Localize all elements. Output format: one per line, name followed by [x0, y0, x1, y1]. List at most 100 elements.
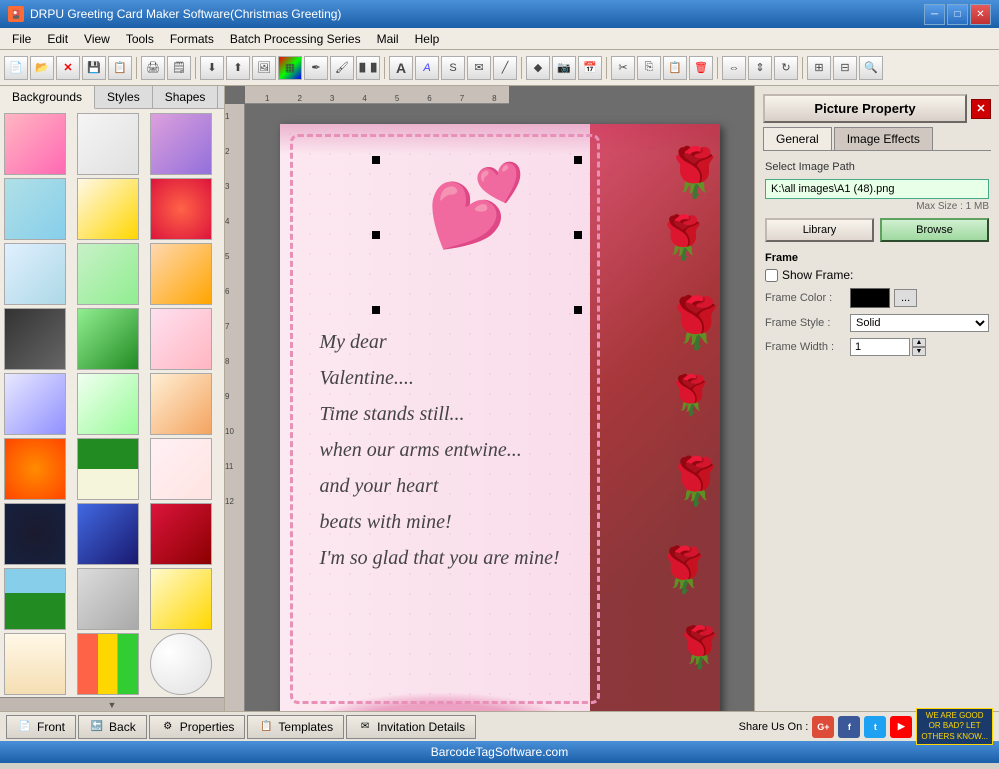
calendar-button[interactable]: 📅 [578, 56, 602, 80]
thumbnail-11[interactable] [77, 308, 139, 370]
zoom-in-button[interactable]: 🔍 [859, 56, 883, 80]
templates-button[interactable]: 📋 Templates [247, 715, 344, 739]
color-button[interactable]: ▦ [278, 56, 302, 80]
thumbnail-8[interactable] [77, 243, 139, 305]
copy-button[interactable]: ⎘ [637, 56, 661, 80]
table-button[interactable]: S [441, 56, 465, 80]
image-button[interactable]: 🖼 [252, 56, 276, 80]
thumbnail-13[interactable] [4, 373, 66, 435]
thumbnail-22[interactable] [4, 568, 66, 630]
thumbnail-1[interactable] [4, 113, 66, 175]
thumbnail-16[interactable] [4, 438, 66, 500]
save-as-button[interactable]: 📋 [108, 56, 132, 80]
handle-tr[interactable] [574, 156, 582, 164]
menu-edit[interactable]: Edit [39, 30, 76, 48]
gridlines-button[interactable]: ⊟ [833, 56, 857, 80]
export-button[interactable]: ⬆ [226, 56, 250, 80]
facebook-button[interactable]: f [838, 716, 860, 738]
ad-badge[interactable]: WE ARE GOODOR BAD? LETOTHERS KNOW... [916, 708, 993, 745]
frame-color-dots-button[interactable]: ... [894, 289, 917, 307]
tab-backgrounds[interactable]: Backgrounds [0, 86, 95, 109]
titlebar-controls[interactable]: ─ □ ✕ [924, 4, 991, 25]
show-frame-checkbox[interactable] [765, 269, 778, 282]
thumbnail-7[interactable] [4, 243, 66, 305]
frame-style-select[interactable]: Solid Dashed Dotted Double [850, 314, 989, 332]
close-button[interactable]: ✕ [970, 4, 991, 25]
menu-file[interactable]: File [4, 30, 39, 48]
tab-styles[interactable]: Styles [95, 86, 153, 108]
thumbnail-20[interactable] [77, 503, 139, 565]
thumbnail-14[interactable] [77, 373, 139, 435]
import-button[interactable]: ⬇ [200, 56, 224, 80]
symbol-button[interactable]: ◆ [526, 56, 550, 80]
handle-tl[interactable] [372, 156, 380, 164]
thumbnail-10[interactable] [4, 308, 66, 370]
youtube-button[interactable]: ▶ [890, 716, 912, 738]
thumbnail-21[interactable] [150, 503, 212, 565]
back-button[interactable]: 🔙 Back [78, 715, 147, 739]
front-button[interactable]: 📄 Front [6, 715, 76, 739]
thumbnail-19[interactable] [4, 503, 66, 565]
brush-button[interactable]: 🖌 [330, 56, 354, 80]
tab-general[interactable]: General [763, 127, 832, 150]
google-plus-button[interactable]: G+ [812, 716, 834, 738]
invitation-details-button[interactable]: ✉ Invitation Details [346, 715, 476, 739]
thumbnail-6[interactable] [150, 178, 212, 240]
handle-br[interactable] [574, 306, 582, 314]
flip-v-button[interactable]: ⇕ [748, 56, 772, 80]
image-container[interactable]: 💕 [372, 156, 582, 314]
pen-button[interactable]: ✒ [304, 56, 328, 80]
properties-button[interactable]: ⚙ Properties [149, 715, 246, 739]
rotate-button[interactable]: ↻ [774, 56, 798, 80]
thumbnail-12[interactable] [150, 308, 212, 370]
handle-bl[interactable] [372, 306, 380, 314]
line-button[interactable]: ╱ [493, 56, 517, 80]
thumbnail-4[interactable] [4, 178, 66, 240]
wordart-button[interactable]: A [415, 56, 439, 80]
thumbnail-25[interactable] [4, 633, 66, 695]
menu-batch-processing[interactable]: Batch Processing Series [222, 30, 369, 48]
print-preview-button[interactable]: 🗒 [167, 56, 191, 80]
tab-shapes[interactable]: Shapes [153, 86, 219, 108]
email-button[interactable]: ✉ [467, 56, 491, 80]
cut-button[interactable]: ✂ [611, 56, 635, 80]
thumbnail-9[interactable] [150, 243, 212, 305]
image-path-input[interactable] [765, 179, 989, 199]
save-button[interactable]: 💾 [82, 56, 106, 80]
menu-tools[interactable]: Tools [118, 30, 162, 48]
library-button[interactable]: Library [765, 218, 874, 242]
paste-button[interactable]: 📋 [663, 56, 687, 80]
menu-mail[interactable]: Mail [369, 30, 407, 48]
delete-button[interactable]: 🗑 [689, 56, 713, 80]
frame-width-input[interactable] [850, 338, 910, 356]
frame-width-up-button[interactable]: ▲ [912, 338, 926, 347]
thumbnail-26[interactable] [77, 633, 139, 695]
browse-button[interactable]: Browse [880, 218, 989, 242]
thumbnail-2[interactable] [77, 113, 139, 175]
thumbnail-17[interactable] [77, 438, 139, 500]
tab-image-effects[interactable]: Image Effects [834, 127, 933, 150]
menu-help[interactable]: Help [407, 30, 448, 48]
frame-color-picker[interactable] [850, 288, 890, 308]
menu-view[interactable]: View [76, 30, 118, 48]
thumbnail-3[interactable] [150, 113, 212, 175]
thumbnail-27[interactable] [150, 633, 212, 695]
thumbnail-5[interactable] [77, 178, 139, 240]
thumbnail-23[interactable] [77, 568, 139, 630]
thumbnail-18[interactable] [150, 438, 212, 500]
text-button[interactable]: A [389, 56, 413, 80]
maximize-button[interactable]: □ [947, 4, 968, 25]
print-button[interactable]: 🖨 [141, 56, 165, 80]
close-doc-button[interactable]: ✕ [56, 56, 80, 80]
twitter-button[interactable]: t [864, 716, 886, 738]
flip-h-button[interactable]: ⇔ [722, 56, 746, 80]
grid-button[interactable]: ⊞ [807, 56, 831, 80]
picture-property-close-button[interactable]: ✕ [971, 99, 991, 119]
thumbnail-15[interactable] [150, 373, 212, 435]
photo-button[interactable]: 📷 [552, 56, 576, 80]
frame-width-down-button[interactable]: ▼ [912, 347, 926, 356]
open-button[interactable]: 📂 [30, 56, 54, 80]
thumbnail-24[interactable] [150, 568, 212, 630]
minimize-button[interactable]: ─ [924, 4, 945, 25]
barcode-button[interactable]: ▐▌▐▌ [356, 56, 380, 80]
